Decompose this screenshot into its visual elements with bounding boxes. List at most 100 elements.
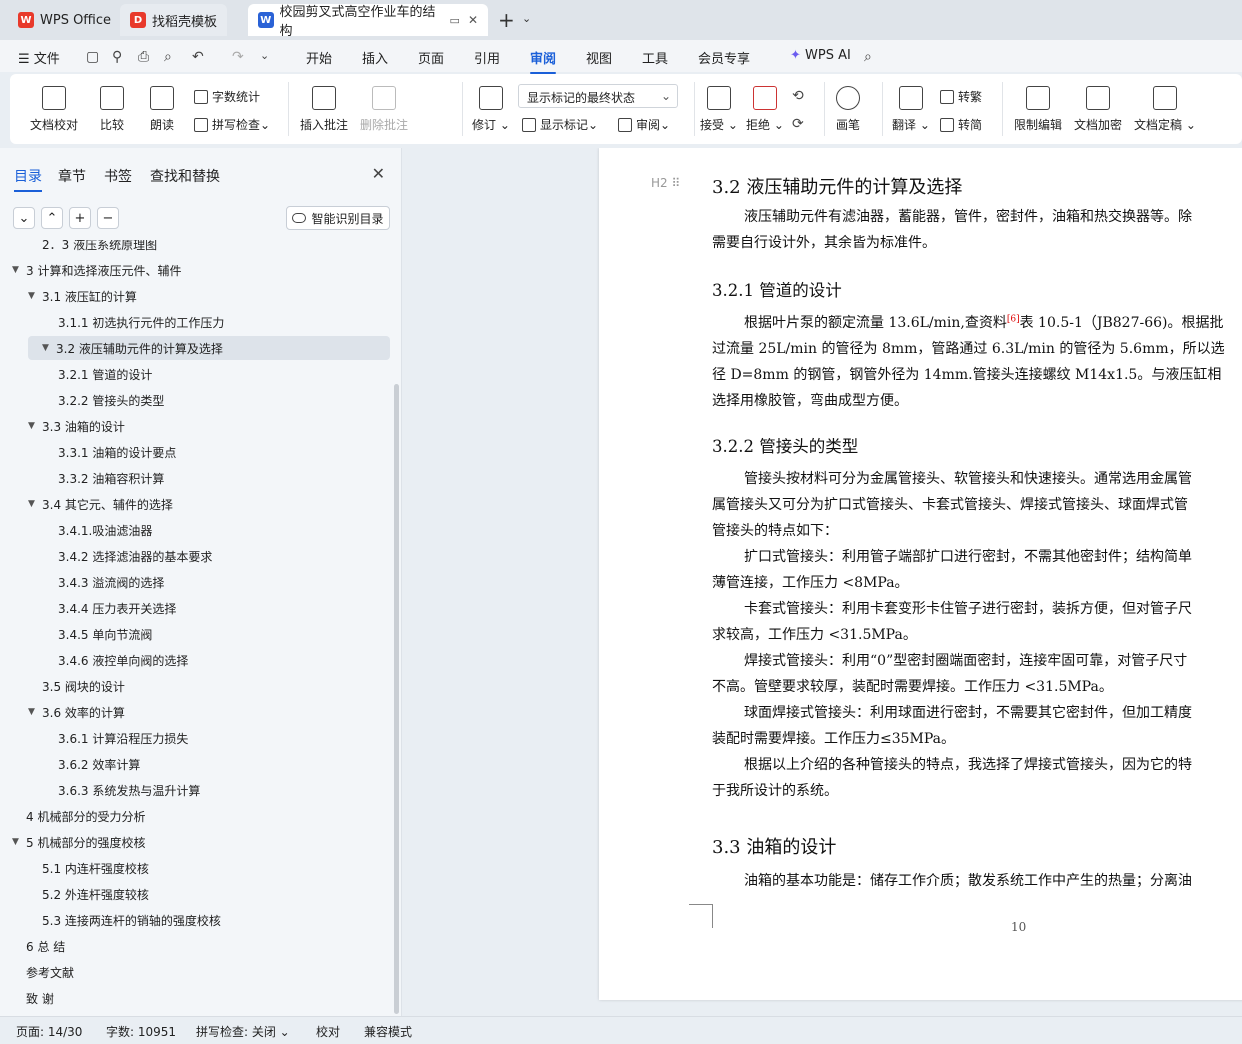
- expand-caret-icon[interactable]: ▼: [12, 837, 26, 847]
- next-change-icon[interactable]: ⟳: [792, 116, 804, 132]
- document-area[interactable]: H2 ⠿ 3.2 液压辅助元件的计算及选择 液压辅助元件有滤油器，蓄能器，管件，…: [403, 148, 1242, 1016]
- word-count-button[interactable]: 字数统计: [194, 88, 260, 105]
- menu-view[interactable]: 视图: [586, 48, 612, 67]
- save-icon[interactable]: ▢: [86, 49, 99, 65]
- screen-icon[interactable]: ▭: [450, 14, 460, 27]
- spell-check-status[interactable]: 拼写检查: 关闭 ⌄: [196, 1023, 290, 1040]
- smart-toc-button[interactable]: 智能识别目录: [286, 206, 390, 230]
- compare-button[interactable]: 比较: [100, 86, 124, 133]
- toc-item[interactable]: 3.2.1 管道的设计: [58, 362, 152, 386]
- toc-item[interactable]: 3.3.1 油箱的设计要点: [58, 440, 176, 464]
- toc-item[interactable]: 5.3 连接两连杆的销轴的强度校核: [42, 908, 221, 932]
- tab-docer-templates[interactable]: D 找稻壳模板: [120, 4, 228, 36]
- add-heading-button[interactable]: +: [69, 207, 91, 229]
- toc-item[interactable]: 3.4.1.吸油滤油器: [58, 518, 152, 542]
- reject-button[interactable]: 拒绝 ⌄: [746, 86, 784, 133]
- toc-item[interactable]: 3.6.2 效率计算: [58, 752, 140, 776]
- toc-item[interactable]: ▼ 5 机械部分的强度校核: [12, 830, 145, 854]
- spell-check-button[interactable]: 拼写检查 ⌄: [194, 116, 270, 133]
- tab-bookmarks[interactable]: 书签: [104, 166, 132, 186]
- toc-item[interactable]: 3.5 阀块的设计: [42, 674, 125, 698]
- toc-item[interactable]: 4 机械部分的受力分析: [26, 804, 145, 828]
- proofread-button[interactable]: 文档校对: [30, 86, 78, 133]
- show-markup-button[interactable]: 显示标记 ⌄: [522, 116, 598, 133]
- toc-item[interactable]: ▼ 3 计算和选择液压元件、辅件: [12, 258, 181, 282]
- page-indicator[interactable]: 页面: 14/30: [16, 1023, 82, 1040]
- toc-item[interactable]: 3.1.1 初选执行元件的工作压力: [58, 310, 224, 334]
- translate-button[interactable]: 翻译 ⌄: [892, 86, 930, 133]
- print-preview-icon[interactable]: ⌕: [164, 49, 172, 65]
- restrict-edit-button[interactable]: 限制编辑: [1014, 86, 1062, 133]
- expand-caret-icon[interactable]: ▼: [42, 343, 56, 353]
- review-pane-button[interactable]: 审阅 ⌄: [618, 116, 670, 133]
- pen-button[interactable]: 画笔: [836, 86, 860, 133]
- menu-page[interactable]: 页面: [418, 48, 444, 67]
- toc-scrollbar[interactable]: [394, 384, 399, 1014]
- toc-item[interactable]: ▼ 3.4 其它元、辅件的选择: [28, 492, 173, 516]
- heading-level-marker[interactable]: H2 ⠿: [651, 176, 680, 190]
- delete-comment-button[interactable]: 删除批注: [360, 86, 408, 133]
- menu-tools[interactable]: 工具: [642, 48, 668, 67]
- new-tab-plus-icon[interactable]: +: [498, 8, 515, 32]
- revise-button[interactable]: 修订 ⌄: [472, 86, 510, 133]
- tab-chapters[interactable]: 章节: [58, 166, 86, 186]
- toc-item[interactable]: 3.4.5 单向节流阀: [58, 622, 152, 646]
- expand-caret-icon[interactable]: ▼: [28, 291, 42, 301]
- toc-item[interactable]: 3.4.4 压力表开关选择: [58, 596, 176, 620]
- search-icon[interactable]: ⌕: [864, 49, 872, 65]
- toc-item[interactable]: ▼ 3.2 液压辅助元件的计算及选择: [28, 336, 390, 360]
- toc-item[interactable]: 3.4.6 液控单向阀的选择: [58, 648, 188, 672]
- tab-wps-office[interactable]: W WPS Office: [8, 4, 121, 36]
- tab-toc[interactable]: 目录: [14, 166, 42, 192]
- expand-caret-icon[interactable]: ▼: [28, 707, 42, 717]
- read-aloud-button[interactable]: 朗读: [150, 86, 174, 133]
- menu-start[interactable]: 开始: [306, 48, 332, 67]
- menu-member[interactable]: 会员专享: [698, 48, 750, 67]
- toc-item[interactable]: 6 总 结: [26, 934, 65, 958]
- menu-review[interactable]: 审阅: [530, 48, 557, 74]
- proof-status[interactable]: 校对: [316, 1023, 340, 1040]
- chevron-down-icon[interactable]: ⌄: [260, 49, 269, 62]
- menu-reference[interactable]: 引用: [474, 48, 500, 67]
- undo-icon[interactable]: ↶: [192, 49, 204, 65]
- expand-caret-icon[interactable]: ▼: [12, 265, 26, 275]
- close-tab-icon[interactable]: ✕: [468, 13, 478, 27]
- file-menu[interactable]: ☰ 文件: [18, 48, 60, 67]
- toc-item[interactable]: 3.2.2 管接头的类型: [58, 388, 164, 412]
- accept-button[interactable]: 接受 ⌄: [700, 86, 738, 133]
- toc-item[interactable]: 3.4.3 溢流阀的选择: [58, 570, 164, 594]
- toc-item[interactable]: 5.1 内连杆强度校核: [42, 856, 149, 880]
- toc-item[interactable]: 3.6.3 系统发热与温升计算: [58, 778, 200, 802]
- collapse-up-button[interactable]: ⌃: [41, 207, 63, 229]
- document-page[interactable]: H2 ⠿ 3.2 液压辅助元件的计算及选择 液压辅助元件有滤油器，蓄能器，管件，…: [599, 148, 1242, 1000]
- toc-item[interactable]: 3.3.2 油箱容积计算: [58, 466, 164, 490]
- redo-icon[interactable]: ↷: [232, 49, 244, 65]
- collapse-down-button[interactable]: ⌄: [13, 207, 35, 229]
- toc-item[interactable]: 3.4.2 选择滤油器的基本要求: [58, 544, 212, 568]
- wps-ai-button[interactable]: ✦ WPS AI: [790, 48, 851, 63]
- toc-item[interactable]: 参考文献: [26, 960, 74, 984]
- print-icon[interactable]: ⎙: [138, 49, 149, 65]
- tab-document[interactable]: W 校园剪叉式高空作业车的结构 ▭ ✕: [248, 4, 488, 39]
- toc-item[interactable]: 致 谢: [26, 986, 54, 1010]
- chevron-down-icon[interactable]: ⌄: [522, 12, 531, 25]
- toc-item[interactable]: 3.6.1 计算沿程压力损失: [58, 726, 188, 750]
- menu-insert[interactable]: 插入: [362, 48, 388, 67]
- toc-item[interactable]: 2．3 液压系统原理图: [42, 240, 157, 256]
- word-count-status[interactable]: 字数: 10951: [106, 1023, 176, 1040]
- toc-item[interactable]: ▼ 3.1 液压缸的计算: [28, 284, 137, 308]
- to-simplified-button[interactable]: 转简: [940, 116, 982, 133]
- tab-find-replace[interactable]: 查找和替换: [150, 166, 220, 186]
- toc-item[interactable]: 5.2 外连杆强度较核: [42, 882, 149, 906]
- previous-change-icon[interactable]: ⟲: [792, 88, 804, 104]
- to-traditional-button[interactable]: 转繁: [940, 88, 982, 105]
- toc-item[interactable]: ▼ 3.3 油箱的设计: [28, 414, 125, 438]
- expand-caret-icon[interactable]: ▼: [28, 421, 42, 431]
- toc-item[interactable]: ▼ 3.6 效率的计算: [28, 700, 125, 724]
- markup-state-select[interactable]: 显示标记的最终状态 ⌄: [518, 84, 678, 108]
- finalize-button[interactable]: 文档定稿 ⌄: [1134, 86, 1196, 133]
- remove-heading-button[interactable]: −: [97, 207, 119, 229]
- link-icon[interactable]: ⚲: [112, 49, 122, 65]
- insert-comment-button[interactable]: 插入批注: [300, 86, 348, 133]
- expand-caret-icon[interactable]: ▼: [28, 499, 42, 509]
